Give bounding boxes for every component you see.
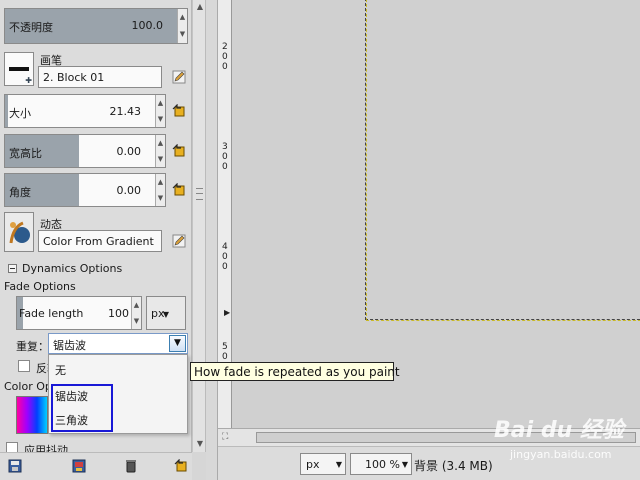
repeat-dropdown-list: 无 锯齿波 三角波: [48, 354, 188, 434]
ruler-pointer-icon: ▶: [224, 308, 231, 317]
dynamics-name-field[interactable]: Color From Gradient: [38, 230, 162, 252]
layer-info: 背景 (3.4 MB): [414, 459, 493, 473]
unit-combo[interactable]: px ▼: [300, 453, 346, 475]
brush-corner-icon: ✚: [25, 76, 32, 85]
unit-value: px: [306, 458, 320, 471]
tool-options-panel: 不透明度 100.0 ▲ ▼ ✚ 画笔 2. Block 01 大小 21.43 …: [0, 0, 192, 454]
scroll-up-icon[interactable]: ▲: [194, 1, 206, 13]
edit-brush-icon[interactable]: [172, 70, 186, 84]
repeat-option-none[interactable]: 无: [49, 357, 187, 381]
edit-dynamics-icon[interactable]: [172, 234, 186, 248]
repeat-combo[interactable]: 锯齿波 ▼: [48, 333, 188, 354]
dock-separator[interactable]: [206, 0, 218, 480]
status-bar: px ▼ 100 % ▼ 背景 (3.4 MB): [218, 446, 640, 480]
dynamics-icon: [9, 221, 30, 244]
aspect-ratio-spin[interactable]: ▲ ▼: [155, 135, 165, 167]
fade-length-label: Fade length: [19, 307, 84, 320]
opacity-spin[interactable]: ▲ ▼: [177, 9, 187, 43]
fade-length-spin[interactable]: ▲ ▼: [131, 297, 141, 329]
size-slider[interactable]: 大小 21.43 ▲ ▼: [4, 94, 166, 128]
brush-stroke-icon: [9, 67, 29, 71]
aspect-ratio-slider[interactable]: 宽高比 0.00 ▲ ▼: [4, 134, 166, 168]
unit-dropdown-icon: ▼: [335, 460, 342, 469]
ruler-mark-400: 400: [222, 242, 228, 272]
horizontal-scrollbar[interactable]: ⛶: [218, 428, 640, 446]
tool-options-bottom-bar: [0, 452, 192, 480]
opacity-label: 不透明度: [9, 21, 53, 34]
brush-name-field[interactable]: 2. Block 01: [38, 66, 162, 88]
image-boundary-highlight: [366, 0, 640, 321]
repeat-dropdown-icon[interactable]: ▼: [169, 335, 186, 352]
fade-unit-dropdown-icon: ▼: [162, 310, 169, 319]
scroll-grip-icon[interactable]: [196, 188, 203, 200]
brush-preview[interactable]: ✚: [4, 52, 34, 86]
dynamics-options-label[interactable]: Dynamics Options: [22, 262, 122, 275]
dynamics-options-expander-icon[interactable]: [8, 264, 17, 273]
save-options-icon[interactable]: [8, 459, 22, 473]
aspect-ratio-value: 0.00: [116, 145, 142, 158]
size-value: 21.43: [109, 105, 142, 118]
opacity-slider[interactable]: 不透明度 100.0 ▲ ▼: [4, 8, 188, 44]
horizontal-scroll-track[interactable]: [256, 432, 636, 443]
reset-aspect-ratio-icon[interactable]: [172, 144, 186, 158]
aspect-ratio-label: 宽高比: [9, 147, 42, 160]
dynamics-preview[interactable]: [4, 212, 34, 252]
repeat-tooltip: How fade is repeated as you paint: [190, 362, 400, 381]
reset-size-icon[interactable]: [172, 104, 186, 118]
restore-options-icon[interactable]: [72, 459, 86, 473]
fade-options-label: Fade Options: [4, 280, 76, 293]
size-fill: [5, 95, 9, 127]
repeat-selected-value: 锯齿波: [53, 339, 86, 352]
panel-scrollbar[interactable]: ▲ ▼: [192, 0, 206, 452]
opacity-value: 100.0: [131, 19, 164, 32]
ruler-mark-300: 300: [222, 142, 228, 172]
navigate-icon[interactable]: ⛶: [222, 432, 234, 444]
fade-length-value: 100: [108, 307, 129, 320]
zoom-combo[interactable]: 100 % ▼: [350, 453, 412, 475]
size-spin[interactable]: ▲ ▼: [155, 95, 165, 127]
highlight-annotation-box: [51, 384, 113, 432]
reset-angle-icon[interactable]: [172, 183, 186, 197]
fade-length-slider[interactable]: Fade length 100 ▲ ▼: [16, 296, 142, 330]
gradient-preview[interactable]: [16, 396, 48, 434]
scroll-down-icon[interactable]: ▼: [194, 438, 206, 450]
delete-options-icon[interactable]: [124, 459, 138, 473]
angle-label: 角度: [9, 186, 31, 199]
reverse-checkbox[interactable]: [18, 360, 30, 372]
apply-jitter-label: 应用抖动: [24, 444, 68, 452]
angle-value: 0.00: [116, 184, 142, 197]
reset-options-icon[interactable]: [174, 459, 188, 473]
size-label: 大小: [9, 107, 31, 120]
fade-unit-button[interactable]: px ▼: [146, 296, 186, 330]
repeat-label: 重复：: [16, 340, 49, 353]
zoom-dropdown-icon: ▼: [401, 460, 408, 469]
angle-spin[interactable]: ▲ ▼: [155, 174, 165, 206]
angle-slider[interactable]: 角度 0.00 ▲ ▼: [4, 173, 166, 207]
zoom-value: 100 %: [365, 458, 400, 471]
ruler-mark-200: 200: [222, 42, 228, 72]
